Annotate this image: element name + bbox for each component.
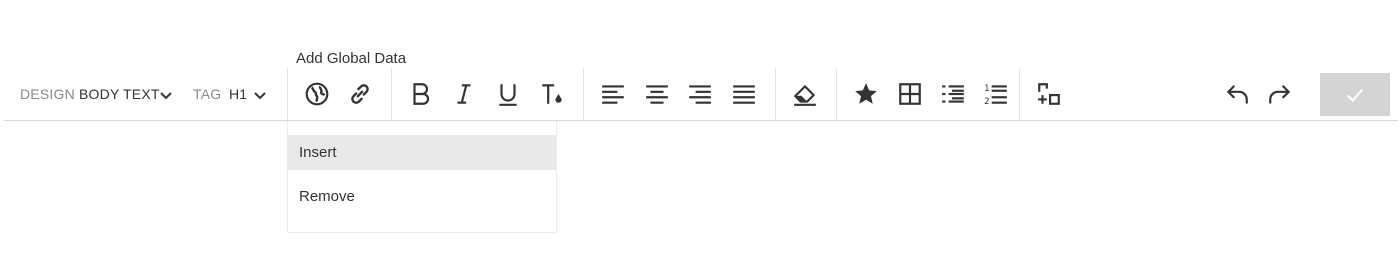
svg-text:2: 2 [984,97,990,107]
table-icon[interactable] [894,78,926,110]
insert-element-icon[interactable] [1033,78,1065,110]
design-select-value[interactable]: BODY TEXT [79,86,160,102]
italic-icon[interactable] [448,78,480,110]
dropdown-item-insert[interactable]: Insert [288,135,556,170]
dropdown-item-remove[interactable]: Remove [288,179,556,214]
toolbar-divider [583,68,584,120]
global-data-dropdown: Insert Remove [287,121,557,233]
undo-icon[interactable] [1221,78,1253,110]
toolbar-divider [391,68,392,120]
editor-toolbar: DESIGN BODY TEXT TAG H1 1 2 [4,68,1398,121]
text-color-icon[interactable] [536,78,568,110]
numbered-list-icon[interactable]: 12 [980,78,1012,110]
chevron-down-icon[interactable] [159,88,173,102]
toolbar-divider [1019,68,1020,120]
confirm-button[interactable] [1320,73,1390,116]
align-left-icon[interactable] [597,78,629,110]
toolbar-divider [287,68,288,120]
toolbar-divider [836,68,837,120]
toolbar-divider [775,68,776,120]
design-label: DESIGN [20,86,75,102]
globe-icon[interactable] [301,78,333,110]
redo-icon[interactable] [1264,78,1296,110]
add-global-data-tooltip: Add Global Data [296,50,407,67]
tag-select-value[interactable]: H1 [229,86,247,102]
star-icon[interactable] [850,78,882,110]
underline-icon[interactable] [492,78,524,110]
tag-label: TAG [193,86,222,102]
bulleted-list-icon[interactable] [937,78,969,110]
align-justify-icon[interactable] [728,78,760,110]
align-right-icon[interactable] [684,78,716,110]
check-icon [1346,88,1364,102]
chevron-down-icon[interactable] [253,88,267,102]
align-center-icon[interactable] [641,78,673,110]
svg-text:1: 1 [984,84,990,94]
bold-icon[interactable] [405,78,437,110]
link-icon[interactable] [344,78,376,110]
eraser-icon[interactable] [789,78,821,110]
